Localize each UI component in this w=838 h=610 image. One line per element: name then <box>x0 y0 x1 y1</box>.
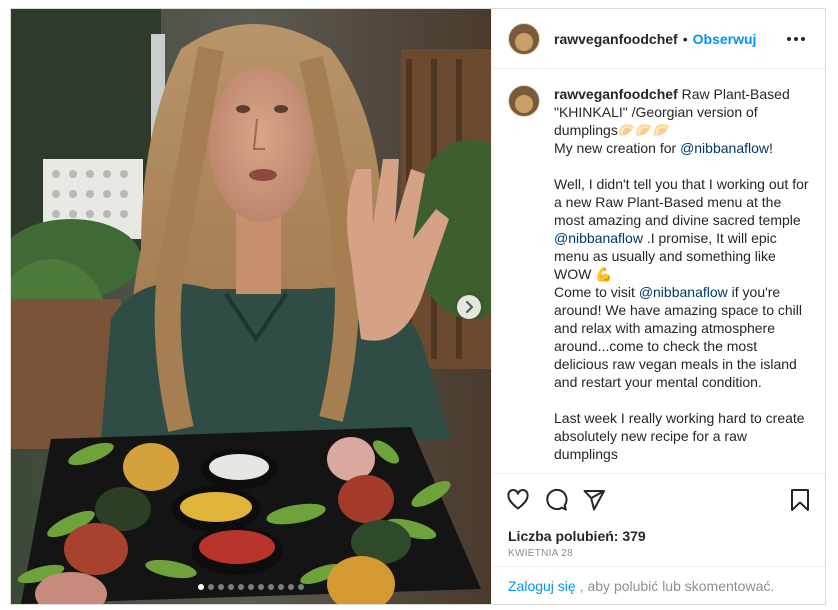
post-header: rawveganfoodchef • Obserwuj <box>492 9 825 69</box>
bookmark-icon <box>791 489 809 511</box>
more-options-button[interactable] <box>783 33 809 45</box>
login-prompt: Zaloguj się, aby polubić lub skomentować… <box>492 566 825 604</box>
carousel-dot <box>238 584 244 590</box>
caption-text: My new creation for <box>554 140 681 156</box>
carousel-dot <box>258 584 264 590</box>
mention-link[interactable]: @nibbanaflow <box>554 230 643 246</box>
like-button[interactable] <box>506 488 530 512</box>
carousel-dot <box>268 584 274 590</box>
caption-section: rawveganfoodchef Raw Plant-Based "KHINKA… <box>492 69 825 474</box>
mention-link[interactable]: @nibbanaflow <box>639 284 728 300</box>
carousel-dot <box>218 584 224 590</box>
carousel-dot <box>248 584 254 590</box>
post-media[interactable] <box>11 9 491 604</box>
chevron-right-icon <box>466 301 473 313</box>
share-button[interactable] <box>582 488 606 512</box>
carousel-next-button[interactable] <box>457 295 481 319</box>
instagram-post: rawveganfoodchef • Obserwuj rawveganfood… <box>10 8 826 605</box>
likes-count[interactable]: Liczba polubień: 379 <box>492 526 825 546</box>
comment-icon <box>546 488 568 511</box>
login-prompt-text: , aby polubić lub skomentować. <box>579 577 775 594</box>
carousel-dot <box>208 584 214 590</box>
comment-button[interactable] <box>544 488 568 512</box>
author-username[interactable]: rawveganfoodchef <box>554 31 678 47</box>
mention-link[interactable]: @nibbanaflow <box>680 140 769 156</box>
carousel-dot <box>298 584 304 590</box>
caption-text: ! <box>769 140 773 156</box>
caption-avatar[interactable] <box>508 85 540 117</box>
follow-button[interactable]: Obserwuj <box>693 31 757 47</box>
caption-text: Last week I really working hard to creat… <box>554 410 809 462</box>
paper-plane-icon <box>583 490 605 511</box>
post-actions <box>492 474 825 526</box>
carousel-dot <box>288 584 294 590</box>
save-button[interactable] <box>789 488 811 512</box>
login-link[interactable]: Zaloguj się <box>508 578 576 594</box>
more-horizontal-icon <box>787 36 791 41</box>
heart-icon <box>507 489 529 510</box>
carousel-indicator <box>11 584 491 590</box>
author-avatar[interactable] <box>508 22 540 55</box>
carousel-dot <box>278 584 284 590</box>
caption-text: Well, I didn't tell you that I working o… <box>554 176 813 228</box>
muscle-emoji: 💪 <box>595 266 613 282</box>
post-side-panel: rawveganfoodchef • Obserwuj rawveganfood… <box>491 9 825 604</box>
post-caption: rawveganfoodchef Raw Plant-Based "KHINKA… <box>554 85 809 473</box>
dumpling-emoji: 🥟🥟🥟 <box>617 122 671 138</box>
carousel-dot <box>228 584 234 590</box>
post-photo <box>11 9 491 604</box>
header-separator: • <box>682 30 688 47</box>
caption-text: Come to visit <box>554 284 639 300</box>
caption-username[interactable]: rawveganfoodchef <box>554 86 678 102</box>
post-date[interactable]: KWIETNIA 28 <box>492 546 825 566</box>
carousel-dot <box>198 584 204 590</box>
